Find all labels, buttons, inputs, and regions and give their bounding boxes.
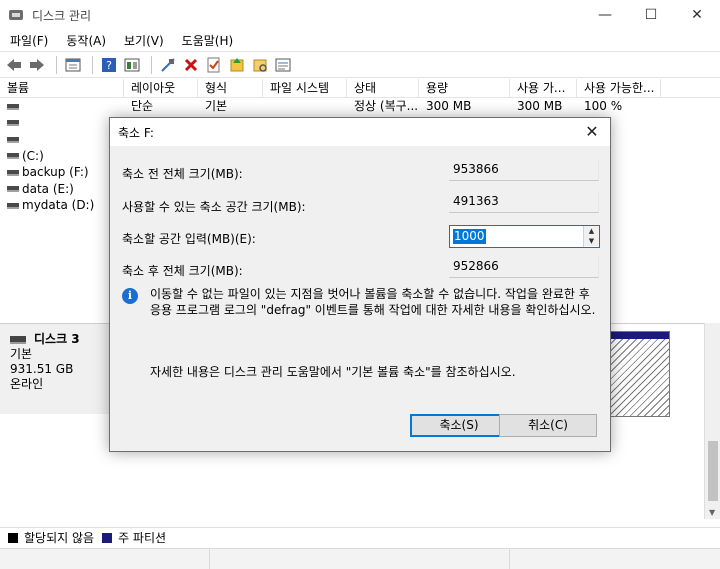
- forward-icon[interactable]: [27, 55, 47, 75]
- info-message: 이동할 수 없는 파일이 있는 지점을 벗어나 볼륨을 축소할 수 없습니다. …: [150, 287, 596, 317]
- status-bar: [0, 548, 720, 569]
- help-reference-message: 자세한 내용은 디스크 관리 도움말에서 "기본 볼륨 축소"를 참조하십시오.: [150, 365, 516, 379]
- cancel-button[interactable]: 취소(C): [499, 414, 597, 437]
- volume-icon: [7, 153, 19, 159]
- shrink-amount-stepper[interactable]: 1000 ▲ ▼: [449, 225, 600, 248]
- scroll-down-icon[interactable]: ▼: [709, 508, 715, 517]
- volume-icon: [7, 202, 19, 209]
- volume-icon: [7, 186, 19, 192]
- available-space-label: 사용할 수 있는 축소 공간 크기(MB):: [122, 200, 306, 214]
- connect-icon[interactable]: [158, 55, 178, 75]
- minimize-button[interactable]: —: [582, 0, 628, 30]
- menu-file[interactable]: 파일(F): [0, 32, 56, 49]
- back-icon[interactable]: [4, 55, 24, 75]
- column-type[interactable]: 형식: [198, 79, 263, 97]
- disk-drive-icon: [10, 335, 26, 344]
- partition-bar: [609, 332, 669, 339]
- status-cell: [510, 549, 720, 569]
- shrink-dialog: 축소 F: ✕ 축소 전 전체 크기(MB): 953866 사용할 수 있는 …: [109, 117, 611, 452]
- volume-icon: [7, 103, 19, 110]
- volume-icon: [7, 136, 19, 143]
- list-item[interactable]: 단순 기본 정상 (복구... 300 MB 300 MB 100 %: [0, 98, 720, 115]
- volume-name: data (E:): [22, 181, 74, 196]
- toolbar-separator: [56, 55, 57, 74]
- menu-view[interactable]: 보기(V): [114, 32, 172, 49]
- disk-type: 기본: [10, 347, 33, 361]
- volume-free-space: 300 MB: [517, 99, 563, 113]
- total-after-field: 952866: [449, 256, 599, 278]
- title-bar: 디스크 관리 — ☐ ✕: [0, 0, 720, 30]
- volume-icon: [7, 120, 19, 126]
- volume-name: mydata (D:): [22, 198, 95, 212]
- explore-icon[interactable]: [250, 55, 270, 75]
- volume-name: (C:): [22, 148, 44, 163]
- status-cell: [0, 549, 210, 569]
- column-layout[interactable]: 레이아웃: [124, 79, 198, 97]
- spin-up-icon[interactable]: ▲: [584, 226, 599, 236]
- scrollbar-thumb[interactable]: [708, 441, 718, 501]
- column-percent-free[interactable]: 사용 가능한...: [577, 79, 661, 97]
- svg-text:?: ?: [106, 59, 112, 72]
- volume-name: backup (F:): [22, 165, 89, 179]
- volume-list-header: 볼륨 레이아웃 형식 파일 시스템 상태 용량 사용 가... 사용 가능한..…: [0, 79, 720, 98]
- legend-primary-partition: 주 파티션: [118, 531, 167, 545]
- window-title: 디스크 관리: [32, 8, 92, 23]
- menu-help[interactable]: 도움말(H): [172, 32, 242, 49]
- close-button[interactable]: ✕: [674, 0, 720, 30]
- volume-icon: [7, 169, 19, 176]
- column-filesystem[interactable]: 파일 시스템: [263, 79, 347, 97]
- disk-info-panel[interactable]: 디스크 3 기본 931.51 GB 온라인: [0, 324, 110, 414]
- volume-type: 기본: [205, 99, 228, 113]
- menu-bar: 파일(F) 동작(A) 보기(V) 도움말(H): [0, 30, 720, 50]
- available-space-field: 491363: [449, 191, 599, 213]
- properties-icon[interactable]: [63, 55, 83, 75]
- help-icon[interactable]: ?: [99, 55, 119, 75]
- disk-management-icon: [8, 7, 24, 23]
- disk-name: 디스크 3: [34, 332, 80, 346]
- volume-filesystem: [263, 98, 347, 115]
- legend-unallocated: 할당되지 않음: [24, 531, 95, 545]
- volume-percent-free: 100 %: [584, 99, 623, 113]
- column-volume[interactable]: 볼륨: [0, 79, 124, 97]
- column-free-space[interactable]: 사용 가...: [510, 79, 577, 97]
- disk-size: 931.51 GB: [10, 362, 74, 376]
- shrink-amount-label: 축소할 공간 입력(MB)(E):: [122, 232, 256, 246]
- volume-capacity: 300 MB: [426, 99, 472, 113]
- partition-hatch: [609, 339, 669, 416]
- primary-partition-swatch: [102, 532, 113, 543]
- view-icon[interactable]: [122, 55, 142, 75]
- delete-icon[interactable]: [181, 55, 201, 75]
- menu-action[interactable]: 동작(A): [56, 32, 114, 49]
- column-capacity[interactable]: 용량: [419, 79, 510, 97]
- toolbar-separator: [151, 55, 152, 74]
- check-icon[interactable]: [204, 55, 224, 75]
- disk-status: 온라인: [10, 377, 44, 391]
- list-icon[interactable]: [273, 55, 293, 75]
- legend: 할당되지 않음 주 파티션: [0, 527, 720, 547]
- partition-block[interactable]: [608, 331, 670, 417]
- spin-down-icon[interactable]: ▼: [584, 236, 599, 246]
- unallocated-swatch: [8, 532, 18, 543]
- toolbar: ?: [0, 51, 720, 78]
- status-cell: [210, 549, 510, 569]
- total-before-label: 축소 전 전체 크기(MB):: [122, 167, 243, 181]
- vertical-scrollbar[interactable]: ▼: [704, 323, 720, 519]
- total-before-field: 953866: [449, 159, 599, 181]
- shrink-button[interactable]: 축소(S): [410, 414, 508, 437]
- column-status[interactable]: 상태: [347, 79, 419, 97]
- volume-layout: 단순: [131, 99, 154, 113]
- maximize-button[interactable]: ☐: [628, 0, 674, 30]
- dialog-close-button[interactable]: ✕: [582, 122, 602, 142]
- toolbar-separator: [92, 55, 93, 74]
- dialog-title-bar: 축소 F: ✕: [110, 118, 610, 146]
- total-after-label: 축소 후 전체 크기(MB):: [122, 264, 243, 278]
- shrink-amount-input[interactable]: 1000: [453, 229, 486, 244]
- open-icon[interactable]: [227, 55, 247, 75]
- volume-status: 정상 (복구...: [354, 99, 419, 113]
- info-icon: i: [122, 288, 138, 304]
- dialog-title: 축소 F:: [118, 125, 154, 140]
